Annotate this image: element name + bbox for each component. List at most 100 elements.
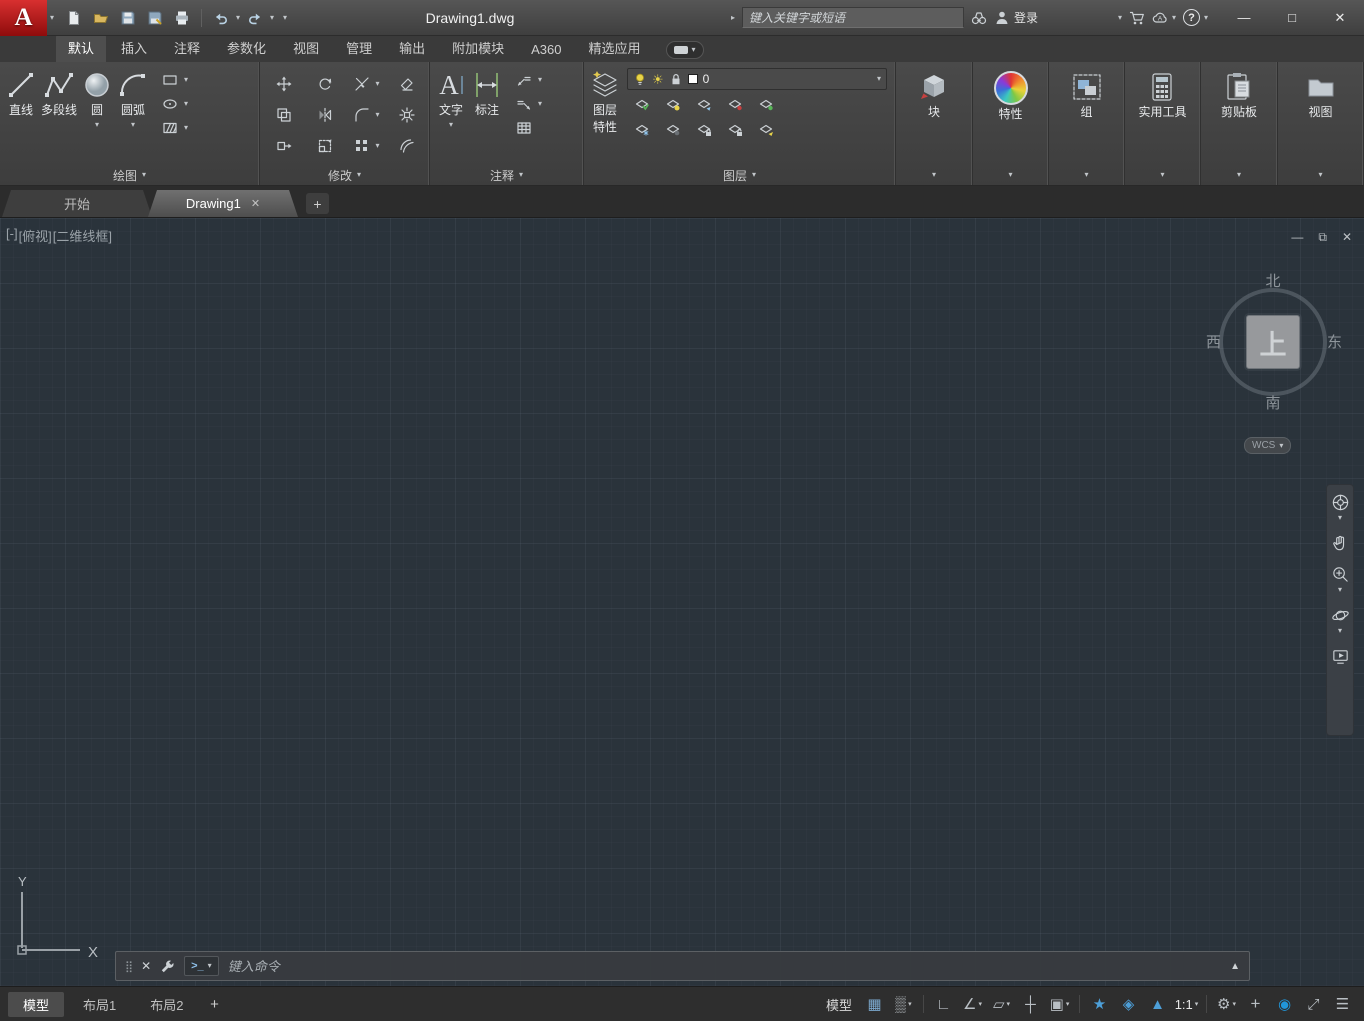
viewcube-top-face[interactable]: 上 <box>1246 315 1300 369</box>
search-input[interactable] <box>742 7 964 28</box>
ribbon-tab-output[interactable]: 输出 <box>387 34 437 62</box>
wcs-selector[interactable]: WCS▾ <box>1244 437 1291 454</box>
close-button[interactable]: ✕ <box>1316 0 1364 36</box>
new-file-button[interactable] <box>62 6 86 30</box>
trim-dropdown-icon[interactable]: ▾ <box>375 80 379 88</box>
scale-button[interactable] <box>314 136 336 156</box>
draw-panel-label[interactable]: 绘图▾ <box>0 165 259 185</box>
drawing-canvas[interactable]: [-] [俯视] [二维线框] — ⧉ ✕ 北 西 东 南 上 WCS▾ ▾ ▾… <box>0 218 1364 986</box>
layer-isolate-button[interactable] <box>722 93 747 115</box>
pan-button[interactable] <box>1331 534 1350 553</box>
ortho-toggle[interactable]: ∟ <box>930 992 957 1017</box>
autoscale-toggle[interactable]: ◈ <box>1115 992 1142 1017</box>
view-button[interactable]: 视图 <box>1303 68 1339 123</box>
a360-button[interactable]: A▾ <box>1152 10 1176 26</box>
command-prompt-button[interactable]: >_▾ <box>184 956 219 976</box>
model-space-toggle[interactable]: 模型 <box>819 995 859 1014</box>
text-button[interactable]: A 文字 ▾ <box>433 66 469 132</box>
help-button[interactable]: ?▾ <box>1183 9 1208 26</box>
layer-select-combobox[interactable]: ☀ 0 ▾ <box>627 68 887 90</box>
explode-button[interactable] <box>396 105 418 125</box>
leader-dropdown-icon[interactable]: ▾ <box>538 76 542 84</box>
clipboard-panel-expand[interactable]: ▾ <box>1201 165 1277 185</box>
fillet-button[interactable] <box>351 105 373 125</box>
sign-in-button[interactable]: 登录 ▾ <box>994 9 1122 26</box>
search-button[interactable] <box>971 10 987 26</box>
layer-on-bulb-icon[interactable] <box>633 72 647 86</box>
viewport-view-button[interactable]: [俯视] <box>19 226 52 245</box>
layout2-tab[interactable]: 布局2 <box>135 992 198 1017</box>
layers-panel-label[interactable]: 图层▾ <box>584 165 895 185</box>
array-dropdown-icon[interactable]: ▾ <box>375 142 379 150</box>
sign-in-dropdown-icon[interactable]: ▾ <box>1118 14 1122 22</box>
layer-freeze-sun-icon[interactable]: ☀ <box>652 73 664 86</box>
ribbon-tab-a360[interactable]: A360 <box>519 38 573 62</box>
group-button[interactable]: 组 <box>1069 68 1105 123</box>
layer-properties-button[interactable]: 图层 特性 <box>587 66 623 138</box>
command-line-close-icon[interactable]: ✕ <box>141 959 151 973</box>
viewcube-east[interactable]: 东 <box>1327 331 1342 352</box>
multileader-button[interactable] <box>513 94 535 114</box>
utilities-button[interactable]: 实用工具 <box>1136 68 1188 123</box>
qat-customize-arrow-icon[interactable]: ▾ <box>283 14 287 22</box>
layer-previous-button[interactable] <box>691 93 716 115</box>
layer-off-button[interactable] <box>660 118 685 140</box>
layer-unisolate-button[interactable] <box>753 93 778 115</box>
match-layer-button[interactable] <box>660 93 685 115</box>
ellipse-button[interactable] <box>159 94 181 114</box>
mirror-button[interactable] <box>314 105 336 125</box>
isometric-drafting-toggle[interactable]: ▱▾ <box>988 992 1015 1017</box>
polar-tracking-toggle[interactable]: ∠▾ <box>959 992 986 1017</box>
ellipse-dropdown-icon[interactable]: ▾ <box>184 100 188 108</box>
undo-button[interactable] <box>209 6 233 30</box>
customization-menu-button[interactable]: ☰ <box>1329 992 1356 1017</box>
viewcube[interactable]: 北 西 东 南 上 <box>1203 258 1343 438</box>
a360-dropdown-icon[interactable]: ▾ <box>1172 14 1176 22</box>
view-panel-expand[interactable]: ▾ <box>1278 165 1363 185</box>
text-dropdown-icon[interactable]: ▾ <box>449 121 453 129</box>
maximize-button[interactable]: □ <box>1268 0 1316 36</box>
snap-toggle[interactable]: ▒▾ <box>890 992 917 1017</box>
clean-screen-button[interactable]: ⤢ <box>1300 992 1327 1017</box>
copy-button[interactable] <box>273 105 295 125</box>
drawing1-tab-close-icon[interactable]: ✕ <box>251 197 260 210</box>
orbit-button[interactable]: ▾ <box>1331 606 1350 635</box>
ribbon-tab-addins[interactable]: 附加模块 <box>440 34 516 62</box>
trim-button[interactable] <box>351 74 373 94</box>
open-file-button[interactable] <box>89 6 113 30</box>
workspace-switching-button[interactable]: ⚙▾ <box>1213 992 1240 1017</box>
clipboard-button[interactable]: 剪贴板 <box>1219 68 1259 123</box>
circle-dropdown-icon[interactable]: ▾ <box>95 121 99 129</box>
ribbon-tab-annotate[interactable]: 注释 <box>162 34 212 62</box>
polyline-button[interactable]: 多段线 <box>39 66 79 121</box>
grid-toggle[interactable]: ▦ <box>861 992 888 1017</box>
app-menu-arrow-icon[interactable]: ▾ <box>50 14 54 22</box>
layout1-tab[interactable]: 布局1 <box>68 992 131 1017</box>
arc-dropdown-icon[interactable]: ▾ <box>131 121 135 129</box>
annotation-monitor-button[interactable]: + <box>1242 992 1269 1017</box>
ribbon-tab-view[interactable]: 视图 <box>281 34 331 62</box>
model-tab[interactable]: 模型 <box>8 992 64 1017</box>
viewport-minimize-icon[interactable]: — <box>1291 230 1303 245</box>
rectangle-button[interactable] <box>159 70 181 90</box>
rectangle-dropdown-icon[interactable]: ▾ <box>184 76 188 84</box>
navigation-wheel-button[interactable]: ▾ <box>1331 493 1350 522</box>
dimension-button[interactable]: 标注 <box>469 66 505 121</box>
circle-button[interactable]: 圆 ▾ <box>79 66 115 132</box>
redo-dropdown-icon[interactable]: ▾ <box>270 14 274 22</box>
layer-walk-button[interactable] <box>753 118 778 140</box>
new-drawing-tab-button[interactable]: + <box>306 193 329 214</box>
properties-button[interactable]: 特性 <box>992 68 1030 125</box>
viewport-restore-icon[interactable]: ⧉ <box>1318 230 1327 245</box>
set-current-layer-button[interactable] <box>629 93 654 115</box>
drawing1-tab[interactable]: Drawing1 ✕ <box>148 190 298 217</box>
ribbon-display-options-button[interactable]: ▾ <box>666 41 704 59</box>
app-logo-button[interactable]: A <box>0 0 47 36</box>
leader-button[interactable] <box>513 70 535 90</box>
offset-button[interactable] <box>396 136 418 156</box>
group-panel-expand[interactable]: ▾ <box>1049 165 1124 185</box>
help-dropdown-icon[interactable]: ▾ <box>1204 14 1208 22</box>
ribbon-tab-insert[interactable]: 插入 <box>109 34 159 62</box>
insert-block-button[interactable]: 块 <box>916 68 952 123</box>
start-tab[interactable]: 开始 <box>2 190 152 217</box>
